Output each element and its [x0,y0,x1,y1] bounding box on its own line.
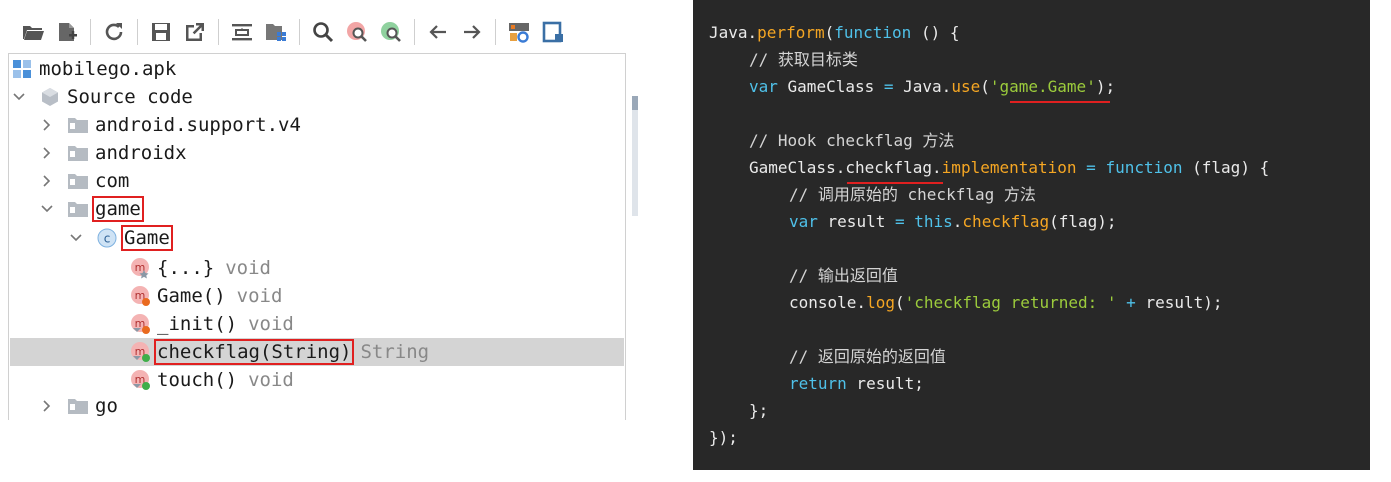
method-label: touch() [157,369,238,391]
method-label: Game() [157,285,226,307]
source-code-icon [38,85,62,109]
forward-icon[interactable] [455,15,489,49]
tree-package-com[interactable]: com [10,167,624,195]
chevron-down-icon[interactable] [10,88,28,106]
chevron-right-icon[interactable] [38,172,56,190]
toolbar-separator [137,19,138,45]
code-line-7: var result = this.checkflag(flag); [789,212,1117,231]
search-class-icon[interactable] [340,15,374,49]
search-usage-icon[interactable] [374,15,408,49]
tree-method-constructor[interactable]: m Game() void [10,282,624,310]
toolbar-separator [495,19,496,45]
deobfuscate-icon[interactable] [502,15,536,49]
method-return-type: String [360,341,430,363]
method-icon: m [128,312,152,336]
code-comment: // Hook checkflag 方法 [749,131,955,150]
class-label-highlighted: Game [121,225,173,251]
log-viewer-icon[interactable] [536,15,570,49]
chevron-down-icon[interactable] [38,200,56,218]
tree-method-init[interactable]: m _init() void [10,310,624,338]
package-folder-icon [66,141,90,165]
code-line-5: GameClass.checkflag.implementation = fun… [749,158,1270,177]
package-icon[interactable] [259,15,293,49]
flatten-icon[interactable] [225,15,259,49]
save-icon[interactable] [144,15,178,49]
code-line-12: }; [749,401,769,420]
toolbar-separator [299,19,300,45]
toolbar-separator [90,19,91,45]
chevron-right-icon[interactable] [38,397,56,415]
tree-root-label: mobilego.apk [39,58,177,80]
package-folder-icon [66,169,90,193]
svg-text:c: c [104,232,111,246]
code-comment: // 输出返回值 [789,266,898,285]
static-init-method-icon: m [128,256,152,280]
scrollbar-track[interactable] [632,96,638,216]
method-label: _init() [157,313,238,335]
toolbar-separator [414,19,415,45]
tree-package-go[interactable]: go [10,392,624,420]
export-icon[interactable] [178,15,212,49]
method-icon: m [128,284,152,308]
toolbar-separator [218,19,219,45]
method-label: {...} [157,257,215,279]
chevron-right-icon[interactable] [38,116,56,134]
tree-package-android-support[interactable]: android.support.v4 [10,111,624,139]
chevron-right-icon[interactable] [38,144,56,162]
package-label-highlighted: game [92,196,144,222]
back-icon[interactable] [421,15,455,49]
tree-source-code-label: Source code [67,86,193,108]
tree-source-code[interactable]: Source code [10,83,624,111]
sync-icon[interactable] [97,15,131,49]
method-return-type: void [248,313,294,335]
tree-root[interactable]: mobilego.apk [10,55,624,83]
apk-icon [10,57,34,81]
package-label: androidx [95,142,187,164]
scrollbar-thumb[interactable] [632,96,638,110]
package-label: android.support.v4 [95,114,301,136]
code-line-1: Java.perform(function () { [709,23,960,42]
method-icon: m [128,368,152,392]
tree-class-game[interactable]: c Game [10,224,624,252]
code-line-11: return result; [789,374,924,393]
red-underline [1010,101,1110,103]
tree-method-checkflag-selected[interactable]: m checkflag(String) String [10,338,624,366]
package-folder-icon [66,113,90,137]
tree-package-game[interactable]: game [10,195,624,223]
class-icon: c [95,226,119,250]
add-file-icon[interactable] [50,15,84,49]
tree-method-touch[interactable]: m touch() void [10,366,624,394]
tree-package-androidx[interactable]: androidx [10,139,624,167]
search-icon[interactable] [306,15,340,49]
method-return-type: void [236,285,283,307]
method-return-type: void [248,369,294,391]
package-label: com [95,170,130,192]
package-label: go [95,395,118,417]
method-return-type: void [225,257,271,279]
method-icon: m [128,340,152,364]
jadx-left-panel: mobilego.apk Source code android.support… [0,0,640,420]
code-line-9: console.log('checkflag returned: ' + res… [789,293,1223,312]
code-comment: // 返回原始的返回值 [789,347,946,366]
chevron-down-icon[interactable] [67,229,85,247]
package-folder-icon [66,394,90,418]
package-folder-icon [66,197,90,221]
method-label-highlighted: checkflag(String) [153,339,355,365]
tree-method-static-init[interactable]: m {...} void [10,254,624,282]
code-comment: // 获取目标类 [749,50,858,69]
code-line-13: }); [709,428,738,447]
toolbar [0,12,640,52]
code-comment: // 调用原始的 checkflag 方法 [789,185,1036,204]
code-block: Java.perform(function () { // 获取目标类 var … [693,0,1370,470]
open-folder-icon[interactable] [16,15,50,49]
code-line-3: var GameClass = Java.use('game.Game'); [749,77,1116,96]
